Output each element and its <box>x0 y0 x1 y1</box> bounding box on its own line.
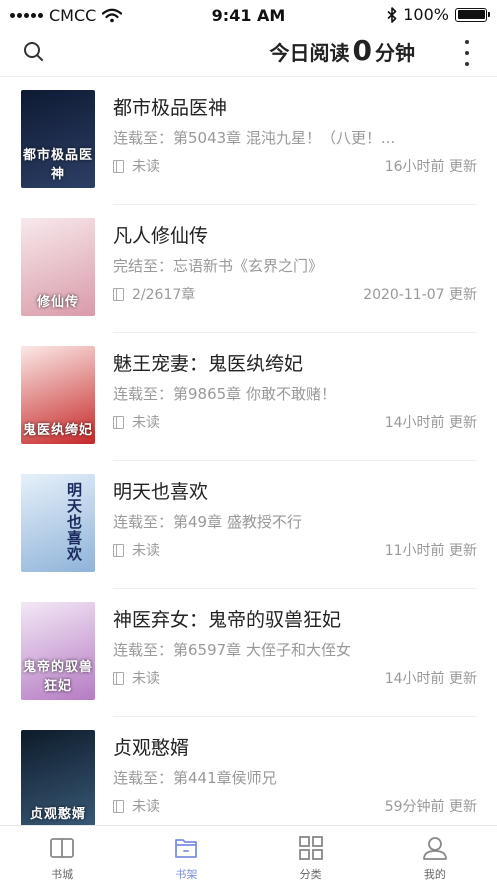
read-state-label: 未读 <box>132 799 160 815</box>
today-reading-stat: 今日阅读 0 分钟 <box>270 34 415 70</box>
reading-unit: 分钟 <box>375 41 415 65</box>
book-cover[interactable]: 贞观憨婿 <box>21 730 95 825</box>
book-meta: 未读 59分钟前 更新 <box>113 796 477 818</box>
book-title[interactable]: 明天也喜欢 <box>113 477 208 504</box>
cover-title: 贞观憨婿 <box>29 807 86 822</box>
book-cover[interactable]: 都市极品医神 <box>21 90 95 188</box>
update-time: 14小时前 更新 <box>384 671 477 687</box>
book-meta: 未读 14小时前 更新 <box>113 412 477 434</box>
status-bar: CMCC 9:41 AM 100% <box>0 0 497 30</box>
book-item[interactable]: 修仙传 凡人修仙传 完结至：忘语新书《玄界之门》 2/2617章 2020-11… <box>0 205 497 333</box>
tab-user[interactable]: 我的 <box>373 826 497 884</box>
more-button[interactable] <box>459 40 475 66</box>
book-cover[interactable]: 鬼帝的驭兽狂妃 <box>21 602 95 700</box>
search-button[interactable] <box>18 36 50 68</box>
book-progress: 连载至：第9865章 你敢不敢赌！ <box>113 385 336 403</box>
read-state-label: 未读 <box>132 671 160 687</box>
book-item[interactable]: 明天也喜欢 明天也喜欢 连载至：第49章 盛教授不行 未读 11小时前 更新 <box>0 461 497 589</box>
book-item[interactable]: 鬼医纨绔妃 魅王宠妻：鬼医纨绔妃 连载至：第9865章 你敢不敢赌！ 未读 14… <box>0 333 497 461</box>
book-item[interactable]: 都市极品医神 都市极品医神 连载至：第5043章 混沌九星！（八更！... 未读… <box>0 77 497 205</box>
tab-label: 我的 <box>423 868 446 881</box>
book-progress: 连载至：第5043章 混沌九星！（八更！... <box>113 129 396 147</box>
book-title[interactable]: 神医弃女：鬼帝的驭兽狂妃 <box>113 605 341 632</box>
battery-percent: 100% <box>403 5 449 24</box>
update-time: 59分钟前 更新 <box>384 799 477 815</box>
read-state-label: 2/2617章 <box>132 287 196 303</box>
read-state: 2/2617章 <box>113 284 195 304</box>
tab-bookshelf[interactable]: 书架 <box>124 826 248 884</box>
book-title[interactable]: 都市极品医神 <box>113 93 227 120</box>
book-progress: 连载至：第441章侯师兄 <box>113 769 277 787</box>
tab-label: 书架 <box>175 868 198 881</box>
book-progress: 连载至：第6597章 大侄子和大侄女 <box>113 641 351 659</box>
book-cover[interactable]: 鬼医纨绔妃 <box>21 346 95 444</box>
book-title[interactable]: 魅王宠妻：鬼医纨绔妃 <box>113 349 303 376</box>
book-icon <box>113 415 124 429</box>
book-open-icon <box>48 834 76 862</box>
cover-title: 修仙传 <box>36 295 79 310</box>
book-icon <box>113 159 124 173</box>
book-meta: 未读 14小时前 更新 <box>113 668 477 690</box>
grid-icon <box>297 834 325 862</box>
book-cover[interactable]: 修仙传 <box>21 218 95 316</box>
tab-book-open[interactable]: 书城 <box>0 826 124 884</box>
update-time: 14小时前 更新 <box>384 415 477 431</box>
book-item[interactable]: 鬼帝的驭兽狂妃 神医弃女：鬼帝的驭兽狂妃 连载至：第6597章 大侄子和大侄女 … <box>0 589 497 717</box>
read-state-label: 未读 <box>132 543 160 559</box>
book-icon <box>113 287 124 301</box>
update-time: 16小时前 更新 <box>384 159 477 175</box>
bookshelf-list[interactable]: 都市极品医神 都市极品医神 连载至：第5043章 混沌九星！（八更！... 未读… <box>0 77 497 825</box>
book-progress: 完结至：忘语新书《玄界之门》 <box>113 257 324 275</box>
read-state-label: 未读 <box>132 415 160 431</box>
book-icon <box>113 671 124 685</box>
bookshelf-icon <box>172 834 200 862</box>
tab-label: 分类 <box>299 868 322 881</box>
reading-minutes: 0 <box>352 34 372 67</box>
read-state: 未读 <box>113 668 160 688</box>
battery-icon <box>455 7 490 22</box>
book-item[interactable]: 贞观憨婿 贞观憨婿 连载至：第441章侯师兄 未读 59分钟前 更新 <box>0 717 497 825</box>
more-vertical-icon <box>465 40 469 44</box>
book-title[interactable]: 凡人修仙传 <box>113 221 208 248</box>
read-state: 未读 <box>113 156 160 176</box>
read-state-label: 未读 <box>132 159 160 175</box>
reading-label: 今日阅读 <box>269 41 350 65</box>
update-time: 2020-11-07 更新 <box>363 287 477 303</box>
cover-title: 明天也喜欢 <box>65 482 83 562</box>
book-meta: 未读 11小时前 更新 <box>113 540 477 562</box>
book-icon <box>113 543 124 557</box>
system-indicators: 100% <box>387 5 490 24</box>
book-meta: 未读 16小时前 更新 <box>113 156 477 178</box>
search-icon <box>24 42 43 61</box>
read-state: 未读 <box>113 796 160 816</box>
book-cover[interactable]: 明天也喜欢 <box>21 474 95 572</box>
tab-grid[interactable]: 分类 <box>249 826 373 884</box>
read-state: 未读 <box>113 540 160 560</box>
top-bar: 今日阅读 0 分钟 <box>0 30 497 77</box>
book-icon <box>113 799 124 813</box>
read-state: 未读 <box>113 412 160 432</box>
cover-title: 鬼帝的驭兽狂妃 <box>22 660 93 694</box>
book-meta: 2/2617章 2020-11-07 更新 <box>113 284 477 306</box>
cover-title: 鬼医纨绔妃 <box>22 423 93 438</box>
book-progress: 连载至：第49章 盛教授不行 <box>113 513 302 531</box>
bottom-tab-bar: 书城 书架 分类 我的 <box>0 825 497 884</box>
cover-title: 都市极品医神 <box>22 148 93 182</box>
book-title[interactable]: 贞观憨婿 <box>113 733 189 760</box>
user-icon <box>421 834 449 862</box>
tab-label: 书城 <box>51 868 74 881</box>
update-time: 11小时前 更新 <box>384 543 477 559</box>
bluetooth-icon <box>387 6 397 23</box>
